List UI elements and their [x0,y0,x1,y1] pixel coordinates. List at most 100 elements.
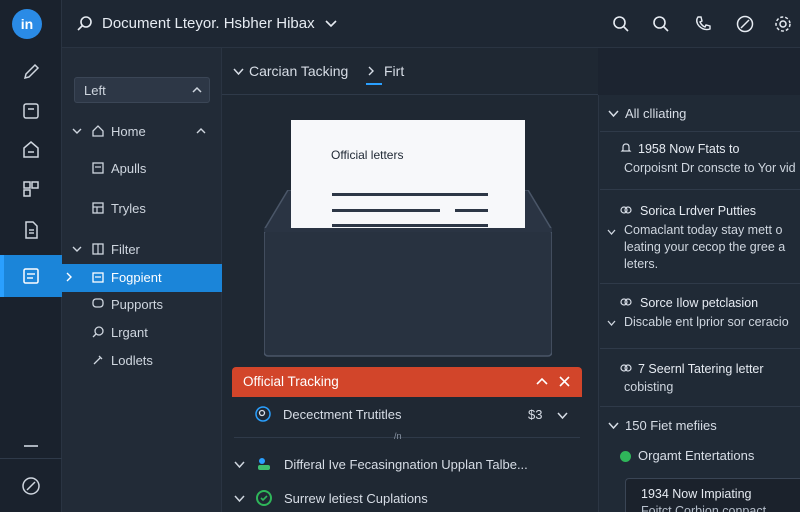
tracking-row[interactable]: Differal Ive Fecasingnation Upplan Talbe… [232,452,582,478]
rail-tag-button[interactable] [0,130,62,170]
rail-note-button[interactable] [0,91,62,131]
phone-icon[interactable] [694,15,712,33]
note-icon [21,101,41,121]
chevron-up-icon [196,126,206,136]
rail-minus-button[interactable] [0,426,62,466]
main-header-divider [222,94,598,95]
nav-item-tryles[interactable]: Tryles [62,195,222,223]
minus-icon [21,436,41,456]
chevron-down-icon [234,493,245,504]
check-circle-icon [256,490,272,506]
chevron-down-icon[interactable] [607,319,616,328]
chevron-down-icon[interactable] [233,66,244,77]
nav-select-value: Left [84,83,106,98]
rail-grid-button[interactable] [0,169,62,209]
rail-inbox-button[interactable] [0,255,62,297]
divider-mark: /n [394,431,402,441]
pen-icon [21,62,41,82]
list-icon [91,161,105,175]
compass-icon [21,476,41,496]
chevron-down-icon [72,126,82,136]
notification-item[interactable]: Sorce Ilow petclasion Discable ent lprio… [600,286,800,344]
card-title: 1934 Now Impiating [641,487,752,501]
official-tracking-banner[interactable]: Official Tracking [232,367,582,397]
inbox-icon [21,266,41,286]
right-divider [600,348,800,349]
search-icon[interactable] [76,15,94,33]
search-icon-2[interactable] [652,15,670,33]
nav-item-label: Tryles [111,201,146,216]
card-subtitle: Foitct Corbion conpact [641,504,767,512]
chat-icon [91,297,105,311]
status-dot-icon [620,451,631,462]
breadcrumb-first[interactable]: Carcian Tacking [249,63,348,79]
rail-document-button[interactable] [0,210,62,250]
rail-compass-button[interactable] [0,466,62,506]
notification-item[interactable]: Sorica Lrdver Putties Comaclant today st… [600,192,800,278]
nav-item-lodlets[interactable]: Lodlets [62,347,222,375]
grid-icon [21,179,41,199]
chevron-down-icon [72,244,82,254]
paper-line [332,193,488,196]
chevron-down-icon [234,459,245,470]
activity-card[interactable]: 1934 Now Impiating Foitct Corbion conpac… [625,478,800,512]
tracking-row-label: Surrew letiest Cuplations [284,491,428,506]
app-logo[interactable]: in [12,9,42,39]
tracking-row-label: Decectment Trutitles [283,407,402,422]
chevron-down-icon[interactable] [608,420,619,431]
document-icon [21,220,41,240]
notification-item[interactable]: 7 Seernl Tatering letter cobisting [600,351,800,405]
rail-pen-button[interactable] [0,52,62,92]
link-icon [620,204,632,216]
nav-item-filter[interactable]: Filter [62,236,222,264]
paper-line [455,209,488,212]
tracking-row[interactable]: Surrew letiest Cuplations [232,486,582,512]
home-icon [91,124,105,138]
tracking-row-label: Differal Ive Fecasingnation Upplan Talbe… [284,457,528,472]
tracking-row-count: $3 [528,407,543,422]
link-icon [620,296,632,308]
notification-body: Corpoisnt Dr conscte to Yor vid [624,161,796,175]
right-divider [600,283,800,284]
notification-title: 7 Seernl Tatering letter [638,362,764,376]
nav-item-fogpient[interactable]: Fogpient [62,264,222,292]
nav-item-home[interactable]: Home [62,118,222,146]
chevron-right-icon [366,66,376,76]
nav-item-label: Filter [111,242,140,257]
notification-body: leters. [624,257,659,271]
nav-item-pupports[interactable]: Pupports [62,291,222,319]
paper-title: Official letters [331,148,404,162]
nav-item-apulls[interactable]: Apulls [62,155,222,183]
status-label: Orgamt Entertations [638,448,755,463]
tracking-divider [234,437,580,438]
search-icon[interactable] [612,15,630,33]
notification-body: Comaclant today stay mett o [624,223,783,237]
close-icon[interactable] [559,376,570,387]
nav-item-label: Lodlets [111,353,153,368]
gear-icon[interactable] [774,15,792,33]
chevron-down-icon[interactable] [324,17,338,31]
search-badge-icon [255,406,271,422]
filter-icon [91,242,105,256]
tag-icon [21,140,41,160]
notification-item[interactable]: 1958 Now Ftats to Corpoisnt Dr conscte t… [600,132,800,188]
link-icon [620,362,632,374]
breadcrumb-second[interactable]: Firt [384,63,404,79]
rail-divider [0,458,62,459]
compass-icon[interactable] [736,15,754,33]
notification-title: Sorce Ilow petclasion [640,296,759,310]
folder-icon [91,270,105,284]
tools-icon [91,353,105,367]
nav-select[interactable]: Left [74,77,210,103]
nav-item-label: Apulls [111,161,147,176]
chevron-up-icon [191,84,203,96]
chevron-down-icon[interactable] [607,228,616,237]
nav-item-label: Lrgant [111,325,148,340]
chevron-down-icon[interactable] [557,410,568,421]
people-icon [256,456,272,472]
tracking-row[interactable]: Decectment Trutitles $3 [232,397,582,433]
chevron-down-icon[interactable] [608,108,619,119]
chevron-up-icon[interactable] [536,376,548,388]
notification-body: leating your cecop the gree a [624,240,786,254]
nav-item-lrgant[interactable]: Lrgant [62,319,222,347]
